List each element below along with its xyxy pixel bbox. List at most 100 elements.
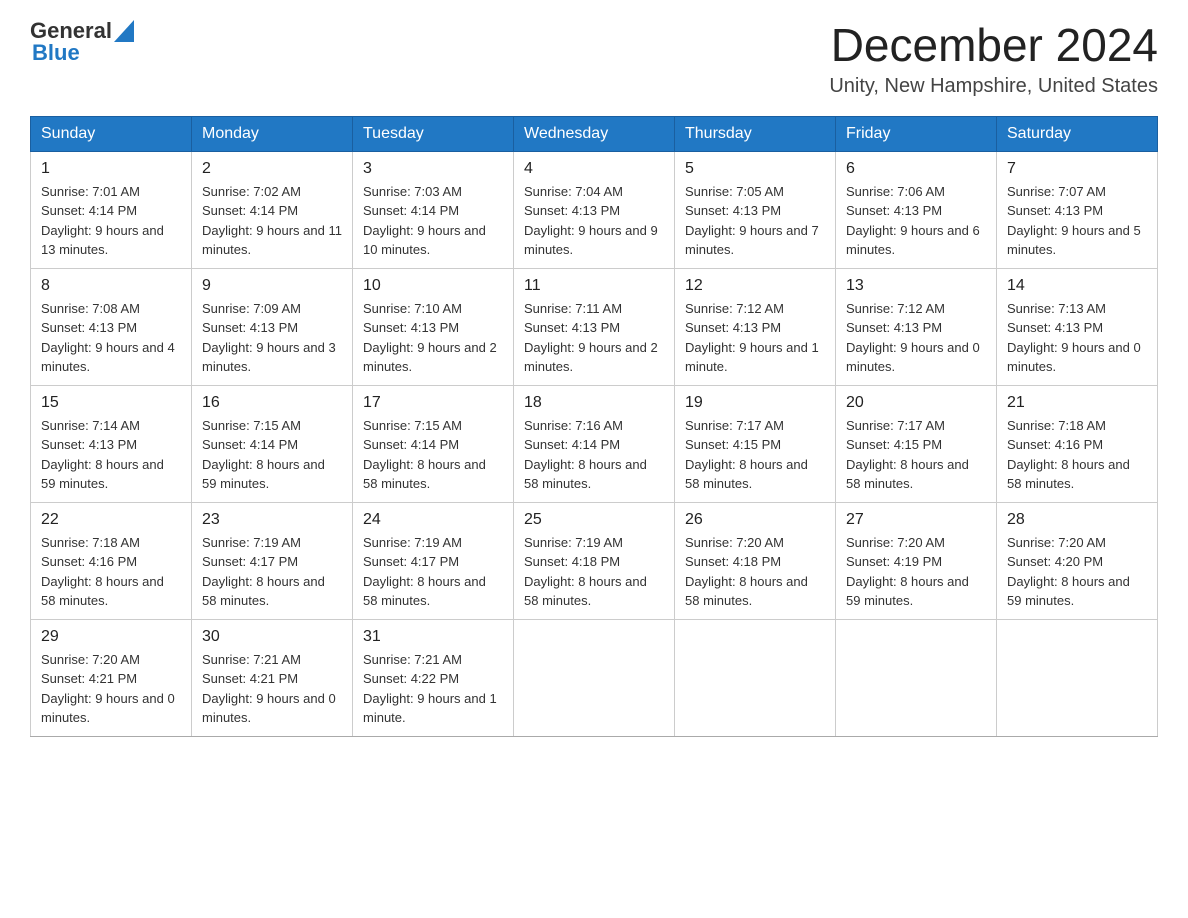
day-info: Sunrise: 7:03 AMSunset: 4:14 PMDaylight:… (363, 182, 503, 260)
day-info: Sunrise: 7:18 AMSunset: 4:16 PMDaylight:… (1007, 416, 1147, 494)
day-info: Sunrise: 7:06 AMSunset: 4:13 PMDaylight:… (846, 182, 986, 260)
day-number: 17 (363, 394, 503, 412)
day-number: 15 (41, 394, 181, 412)
weekday-header-monday: Monday (192, 116, 353, 151)
calendar-week-row: 15 Sunrise: 7:14 AMSunset: 4:13 PMDaylig… (31, 385, 1158, 502)
day-number: 14 (1007, 277, 1147, 295)
day-number: 20 (846, 394, 986, 412)
day-info: Sunrise: 7:16 AMSunset: 4:14 PMDaylight:… (524, 416, 664, 494)
logo: General Blue (30, 20, 134, 64)
day-number: 10 (363, 277, 503, 295)
day-info: Sunrise: 7:21 AMSunset: 4:22 PMDaylight:… (363, 650, 503, 728)
day-info: Sunrise: 7:19 AMSunset: 4:17 PMDaylight:… (202, 533, 342, 611)
calendar-subtitle: Unity, New Hampshire, United States (829, 75, 1158, 98)
calendar-cell: 27 Sunrise: 7:20 AMSunset: 4:19 PMDaylig… (836, 502, 997, 619)
title-area: December 2024 Unity, New Hampshire, Unit… (829, 20, 1158, 98)
calendar-cell: 19 Sunrise: 7:17 AMSunset: 4:15 PMDaylig… (675, 385, 836, 502)
weekday-header-thursday: Thursday (675, 116, 836, 151)
calendar-table: SundayMondayTuesdayWednesdayThursdayFrid… (30, 116, 1158, 737)
day-info: Sunrise: 7:07 AMSunset: 4:13 PMDaylight:… (1007, 182, 1147, 260)
calendar-cell: 26 Sunrise: 7:20 AMSunset: 4:18 PMDaylig… (675, 502, 836, 619)
calendar-cell: 21 Sunrise: 7:18 AMSunset: 4:16 PMDaylig… (997, 385, 1158, 502)
calendar-cell: 6 Sunrise: 7:06 AMSunset: 4:13 PMDayligh… (836, 151, 997, 268)
day-number: 5 (685, 160, 825, 178)
day-number: 30 (202, 628, 342, 646)
day-info: Sunrise: 7:05 AMSunset: 4:13 PMDaylight:… (685, 182, 825, 260)
logo-general-text: General (30, 20, 112, 42)
weekday-header-sunday: Sunday (31, 116, 192, 151)
day-info: Sunrise: 7:11 AMSunset: 4:13 PMDaylight:… (524, 299, 664, 377)
calendar-cell: 23 Sunrise: 7:19 AMSunset: 4:17 PMDaylig… (192, 502, 353, 619)
day-info: Sunrise: 7:18 AMSunset: 4:16 PMDaylight:… (41, 533, 181, 611)
calendar-week-row: 1 Sunrise: 7:01 AMSunset: 4:14 PMDayligh… (31, 151, 1158, 268)
day-info: Sunrise: 7:02 AMSunset: 4:14 PMDaylight:… (202, 182, 342, 260)
day-info: Sunrise: 7:20 AMSunset: 4:20 PMDaylight:… (1007, 533, 1147, 611)
day-number: 24 (363, 511, 503, 529)
calendar-cell: 9 Sunrise: 7:09 AMSunset: 4:13 PMDayligh… (192, 268, 353, 385)
day-number: 19 (685, 394, 825, 412)
day-number: 7 (1007, 160, 1147, 178)
day-number: 22 (41, 511, 181, 529)
day-info: Sunrise: 7:10 AMSunset: 4:13 PMDaylight:… (363, 299, 503, 377)
day-number: 16 (202, 394, 342, 412)
day-info: Sunrise: 7:04 AMSunset: 4:13 PMDaylight:… (524, 182, 664, 260)
day-info: Sunrise: 7:19 AMSunset: 4:17 PMDaylight:… (363, 533, 503, 611)
day-number: 12 (685, 277, 825, 295)
day-info: Sunrise: 7:20 AMSunset: 4:18 PMDaylight:… (685, 533, 825, 611)
day-number: 23 (202, 511, 342, 529)
day-number: 18 (524, 394, 664, 412)
calendar-cell: 20 Sunrise: 7:17 AMSunset: 4:15 PMDaylig… (836, 385, 997, 502)
calendar-week-row: 22 Sunrise: 7:18 AMSunset: 4:16 PMDaylig… (31, 502, 1158, 619)
day-info: Sunrise: 7:01 AMSunset: 4:14 PMDaylight:… (41, 182, 181, 260)
day-number: 1 (41, 160, 181, 178)
day-info: Sunrise: 7:09 AMSunset: 4:13 PMDaylight:… (202, 299, 342, 377)
weekday-header-row: SundayMondayTuesdayWednesdayThursdayFrid… (31, 116, 1158, 151)
calendar-cell: 12 Sunrise: 7:12 AMSunset: 4:13 PMDaylig… (675, 268, 836, 385)
day-number: 6 (846, 160, 986, 178)
calendar-cell: 24 Sunrise: 7:19 AMSunset: 4:17 PMDaylig… (353, 502, 514, 619)
day-info: Sunrise: 7:12 AMSunset: 4:13 PMDaylight:… (685, 299, 825, 377)
calendar-cell: 31 Sunrise: 7:21 AMSunset: 4:22 PMDaylig… (353, 619, 514, 736)
calendar-cell: 1 Sunrise: 7:01 AMSunset: 4:14 PMDayligh… (31, 151, 192, 268)
calendar-cell (514, 619, 675, 736)
calendar-header: SundayMondayTuesdayWednesdayThursdayFrid… (31, 116, 1158, 151)
day-info: Sunrise: 7:20 AMSunset: 4:19 PMDaylight:… (846, 533, 986, 611)
calendar-cell: 3 Sunrise: 7:03 AMSunset: 4:14 PMDayligh… (353, 151, 514, 268)
day-info: Sunrise: 7:13 AMSunset: 4:13 PMDaylight:… (1007, 299, 1147, 377)
day-number: 4 (524, 160, 664, 178)
calendar-cell: 14 Sunrise: 7:13 AMSunset: 4:13 PMDaylig… (997, 268, 1158, 385)
day-number: 11 (524, 277, 664, 295)
calendar-title: December 2024 (829, 20, 1158, 71)
day-number: 27 (846, 511, 986, 529)
calendar-cell: 2 Sunrise: 7:02 AMSunset: 4:14 PMDayligh… (192, 151, 353, 268)
weekday-header-saturday: Saturday (997, 116, 1158, 151)
calendar-cell: 8 Sunrise: 7:08 AMSunset: 4:13 PMDayligh… (31, 268, 192, 385)
day-number: 25 (524, 511, 664, 529)
day-info: Sunrise: 7:15 AMSunset: 4:14 PMDaylight:… (363, 416, 503, 494)
day-number: 28 (1007, 511, 1147, 529)
day-info: Sunrise: 7:08 AMSunset: 4:13 PMDaylight:… (41, 299, 181, 377)
weekday-header-wednesday: Wednesday (514, 116, 675, 151)
day-number: 13 (846, 277, 986, 295)
calendar-cell: 11 Sunrise: 7:11 AMSunset: 4:13 PMDaylig… (514, 268, 675, 385)
calendar-cell: 29 Sunrise: 7:20 AMSunset: 4:21 PMDaylig… (31, 619, 192, 736)
calendar-cell: 15 Sunrise: 7:14 AMSunset: 4:13 PMDaylig… (31, 385, 192, 502)
calendar-cell (997, 619, 1158, 736)
calendar-cell: 10 Sunrise: 7:10 AMSunset: 4:13 PMDaylig… (353, 268, 514, 385)
day-number: 3 (363, 160, 503, 178)
day-info: Sunrise: 7:17 AMSunset: 4:15 PMDaylight:… (846, 416, 986, 494)
day-info: Sunrise: 7:15 AMSunset: 4:14 PMDaylight:… (202, 416, 342, 494)
day-info: Sunrise: 7:14 AMSunset: 4:13 PMDaylight:… (41, 416, 181, 494)
calendar-cell: 13 Sunrise: 7:12 AMSunset: 4:13 PMDaylig… (836, 268, 997, 385)
day-number: 9 (202, 277, 342, 295)
day-number: 8 (41, 277, 181, 295)
logo-blue-text: Blue (32, 40, 80, 65)
calendar-cell: 18 Sunrise: 7:16 AMSunset: 4:14 PMDaylig… (514, 385, 675, 502)
day-info: Sunrise: 7:17 AMSunset: 4:15 PMDaylight:… (685, 416, 825, 494)
logo-triangle-icon (114, 20, 134, 42)
calendar-cell: 17 Sunrise: 7:15 AMSunset: 4:14 PMDaylig… (353, 385, 514, 502)
day-number: 26 (685, 511, 825, 529)
weekday-header-friday: Friday (836, 116, 997, 151)
day-number: 2 (202, 160, 342, 178)
calendar-cell: 16 Sunrise: 7:15 AMSunset: 4:14 PMDaylig… (192, 385, 353, 502)
